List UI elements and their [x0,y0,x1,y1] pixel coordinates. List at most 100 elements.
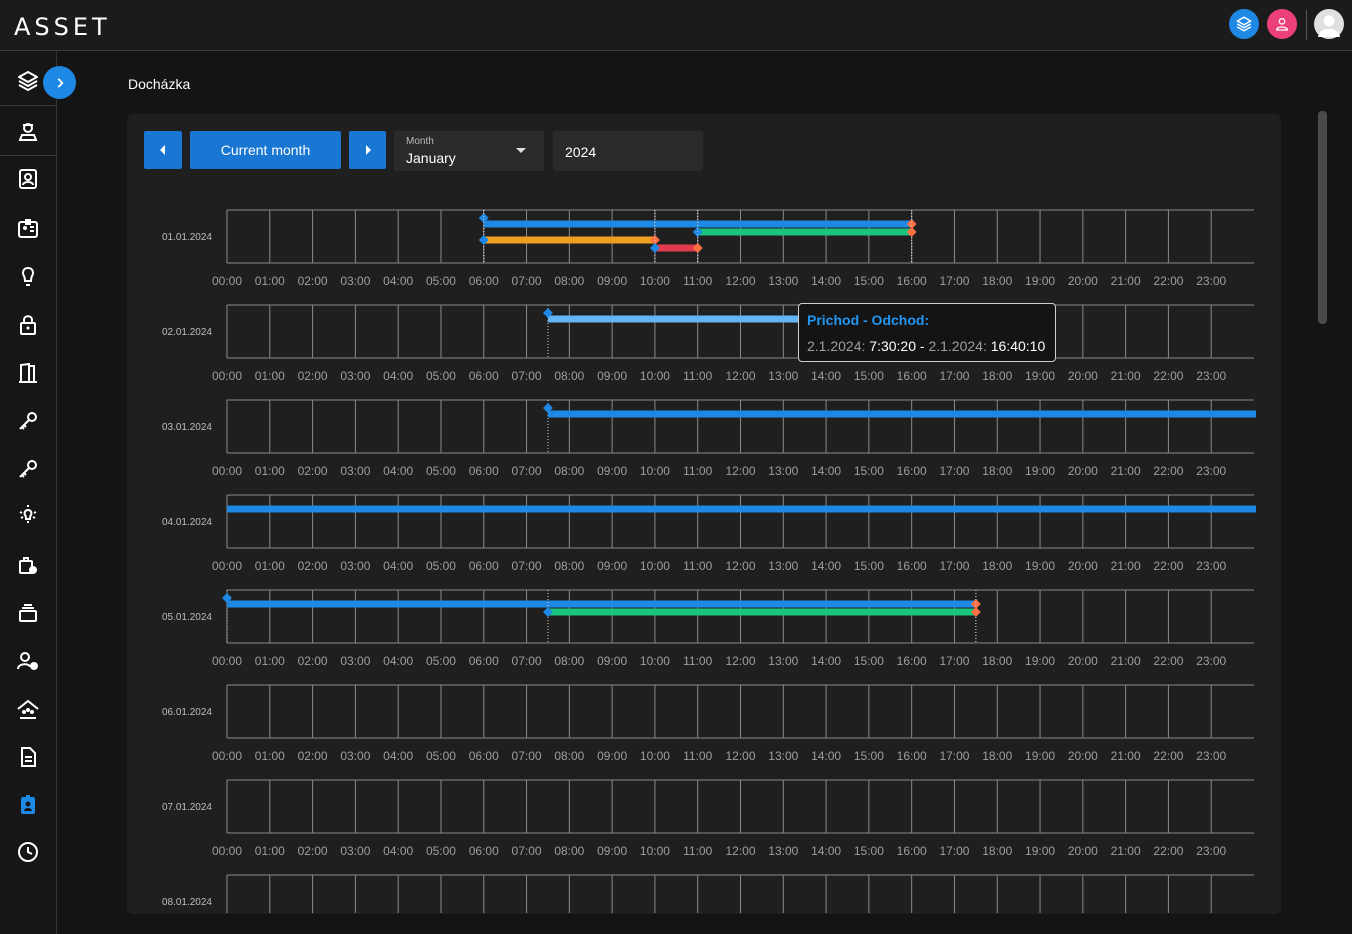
day-row: 04.01.2024 00:00 01:00 02:00 03:00 04:00 05:00… [162,494,1256,573]
day-row: 03.01.2024 00:00 01:00 02:00 03:00 04:00 05:00… [162,399,1256,478]
x-tick-label: 15:00 [854,369,884,383]
x-tick-label: 03:00 [340,654,370,668]
x-tick-label: 07:00 [512,844,542,858]
x-tick-label: 20:00 [1068,274,1098,288]
x-tick-label: 19:00 [1025,559,1055,573]
attendance-bar [227,505,1256,513]
x-tick-label: 08:00 [554,654,584,668]
tooltip-separator: - [916,338,929,354]
x-tick-label: 11:00 [683,464,712,478]
x-tick-label: 20:00 [1068,369,1098,383]
scrollbar-thumb[interactable] [1318,111,1327,324]
x-tick-label: 18:00 [982,654,1012,668]
x-tick-label: 15:00 [854,559,884,573]
x-tick-label: 22:00 [1153,749,1183,763]
x-tick-label: 10:00 [640,559,670,573]
x-tick-label: 10:00 [640,274,670,288]
x-tick-label: 01:00 [255,369,285,383]
x-tick-label: 05:00 [426,464,456,478]
x-tick-label: 07:00 [512,559,542,573]
x-tick-label: 20:00 [1068,559,1098,573]
x-tick-label: 08:00 [554,559,584,573]
x-tick-label: 19:00 [1025,369,1055,383]
x-tick-label: 19:00 [1025,274,1055,288]
x-tick-label: 04:00 [383,369,413,383]
x-tick-label: 06:00 [469,369,499,383]
tooltip-to-time: 16:40:10 [990,338,1046,354]
x-tick-label: 14:00 [811,844,841,858]
x-tick-label: 13:00 [768,464,798,478]
x-tick-label: 21:00 [1111,274,1141,288]
timeline-rows: 01.01.2024 00:00 01:00 02:00 03:00 04:00 05:00… [162,209,1256,913]
x-tick-label: 14:00 [811,369,841,383]
x-tick-label: 00:00 [212,844,242,858]
day-row: 05.01.2024 00:00 01:00 02:00 03:00 04:00 05:00… [162,589,1254,668]
x-tick-label: 15:00 [854,274,884,288]
x-tick-label: 11:00 [683,844,712,858]
day-row: 06.01.2024 00:00 01:00 02:00 03:00 04:00 05:00… [162,684,1254,763]
x-tick-label: 01:00 [255,274,285,288]
x-tick-label: 03:00 [340,844,370,858]
x-tick-label: 20:00 [1068,844,1098,858]
x-tick-label: 17:00 [939,464,969,478]
x-tick-label: 11:00 [683,654,712,668]
x-tick-label: 05:00 [426,749,456,763]
x-tick-label: 02:00 [298,464,328,478]
attendance-bar [654,244,698,252]
x-tick-label: 07:00 [512,369,542,383]
x-tick-label: 06:00 [469,844,499,858]
x-tick-label: 22:00 [1153,274,1183,288]
x-tick-label: 18:00 [982,844,1012,858]
x-tick-label: 03:00 [340,369,370,383]
x-tick-label: 04:00 [383,749,413,763]
attendance-bar [483,220,912,228]
x-tick-label: 02:00 [298,559,328,573]
x-tick-label: 23:00 [1196,464,1226,478]
x-tick-label: 22:00 [1153,369,1183,383]
x-tick-label: 10:00 [640,464,670,478]
tooltip: Prichod - Odchod: 2.1.2024: 7:30:20 - 2.… [798,303,1056,362]
x-tick-label: 17:00 [939,749,969,763]
x-tick-label: 20:00 [1068,749,1098,763]
x-tick-label: 15:00 [854,749,884,763]
x-tick-label: 01:00 [255,749,285,763]
x-tick-label: 13:00 [768,369,798,383]
attendance-bar [547,608,976,616]
x-tick-label: 05:00 [426,844,456,858]
x-tick-label: 09:00 [597,369,627,383]
x-tick-label: 06:00 [469,274,499,288]
x-tick-label: 14:00 [811,274,841,288]
x-tick-label: 14:00 [811,559,841,573]
x-tick-label: 13:00 [768,749,798,763]
x-tick-label: 20:00 [1068,464,1098,478]
x-tick-label: 08:00 [554,274,584,288]
x-tick-label: 18:00 [982,464,1012,478]
x-tick-label: 05:00 [426,274,456,288]
x-tick-label: 23:00 [1196,844,1226,858]
x-tick-label: 07:00 [512,464,542,478]
x-tick-label: 23:00 [1196,559,1226,573]
x-tick-label: 12:00 [725,559,755,573]
x-tick-label: 06:00 [469,749,499,763]
x-tick-label: 00:00 [212,559,242,573]
x-tick-label: 19:00 [1025,464,1055,478]
x-tick-label: 14:00 [811,464,841,478]
x-tick-label: 09:00 [597,464,627,478]
x-tick-label: 18:00 [982,369,1012,383]
x-tick-label: 18:00 [982,559,1012,573]
x-tick-label: 00:00 [212,654,242,668]
x-tick-label: 08:00 [554,749,584,763]
x-tick-label: 08:00 [554,844,584,858]
x-tick-label: 14:00 [811,749,841,763]
x-tick-label: 11:00 [683,274,712,288]
day-label: 08.01.2024 [162,897,212,908]
x-tick-label: 01:00 [255,654,285,668]
x-tick-label: 12:00 [725,654,755,668]
day-label: 07.01.2024 [162,802,212,813]
x-tick-label: 19:00 [1025,654,1055,668]
x-tick-label: 09:00 [597,654,627,668]
x-tick-label: 05:00 [426,654,456,668]
day-label: 04.01.2024 [162,517,212,528]
x-tick-label: 03:00 [340,749,370,763]
x-tick-label: 16:00 [897,654,927,668]
